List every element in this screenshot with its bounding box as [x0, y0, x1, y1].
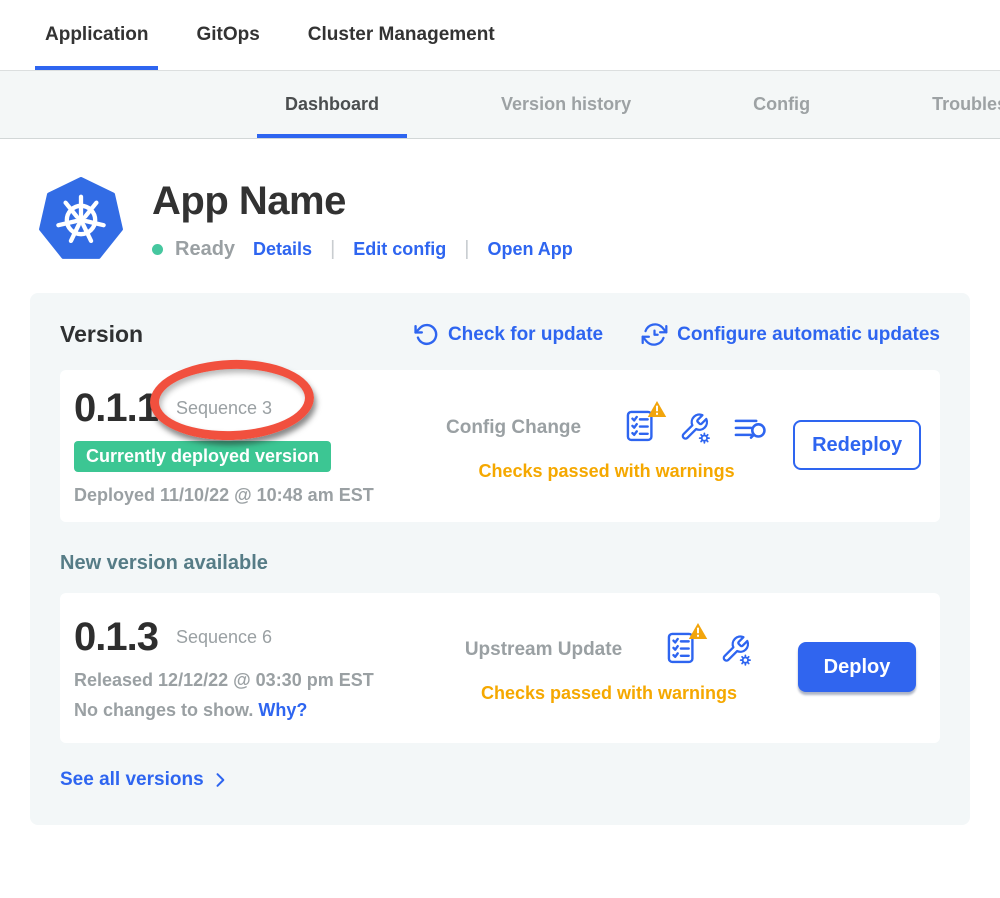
changes-line: No changes to show. Why? — [74, 700, 446, 721]
configure-automatic-updates-link[interactable]: Configure automatic updates — [641, 321, 940, 348]
available-icon-group — [666, 630, 753, 670]
current-version-info: 0.1.1 Sequence 3 Currently deployed vers… — [74, 384, 446, 506]
available-source-label: Upstream Update — [465, 639, 622, 661]
top-nav-item-cluster-management[interactable]: Cluster Management — [308, 0, 495, 70]
new-version-heading: New version available — [60, 552, 940, 575]
why-link[interactable]: Why? — [258, 700, 307, 720]
current-version-number: 0.1.1 — [74, 386, 158, 431]
no-changes-text: No changes to show. — [74, 700, 253, 720]
auto-update-icon — [641, 321, 668, 348]
see-all-versions-label: See all versions — [60, 769, 204, 791]
currently-deployed-badge: Currently deployed version — [74, 441, 331, 472]
check-for-update-link[interactable]: Check for update — [414, 322, 603, 347]
configure-automatic-updates-label: Configure automatic updates — [677, 324, 940, 346]
current-version-sequence: Sequence 3 — [172, 398, 272, 419]
warning-triangle-icon — [647, 400, 667, 418]
available-checks-warning: Checks passed with warnings — [481, 683, 737, 704]
open-app-link[interactable]: Open App — [487, 239, 572, 260]
version-panel-title: Version — [60, 321, 143, 348]
ready-status-dot-icon — [152, 244, 163, 255]
sub-nav: Dashboard Version history Config Trouble… — [0, 70, 1000, 139]
link-separator: | — [324, 238, 341, 261]
app-header-text: App Name Ready Details | Edit config | O… — [152, 177, 573, 261]
current-icon-group — [625, 408, 767, 448]
chevron-right-icon — [210, 770, 230, 790]
top-nav-item-gitops[interactable]: GitOps — [196, 0, 259, 70]
tab-troubleshoot[interactable]: Troubleshoot — [932, 71, 1000, 138]
current-checks-warning: Checks passed with warnings — [479, 461, 735, 482]
app-status-row: Ready Details | Edit config | Open App — [152, 238, 573, 261]
app-status-text: Ready — [175, 238, 235, 261]
app-title: App Name — [152, 179, 573, 224]
current-checks-block: Config Change — [446, 408, 767, 482]
available-version-actions: Upstream Update — [446, 630, 916, 704]
tab-dashboard[interactable]: Dashboard — [285, 71, 379, 138]
version-panel: Version Check for update Configure autom… — [30, 293, 970, 825]
top-nav-item-application[interactable]: Application — [45, 0, 148, 70]
version-panel-header: Version Check for update Configure autom… — [60, 321, 940, 348]
view-files-icon[interactable] — [734, 414, 767, 443]
refresh-icon — [414, 322, 439, 347]
preflight-checks-icon[interactable] — [666, 630, 698, 670]
available-version-sequence: Sequence 6 — [172, 627, 272, 648]
current-version-actions: Config Change — [446, 408, 921, 482]
version-panel-actions: Check for update Configure automatic upd… — [414, 321, 940, 348]
current-checks-row: Config Change — [446, 408, 767, 448]
kubernetes-logo-icon — [38, 177, 124, 263]
available-version-card: 0.1.3 Sequence 6 Released 12/12/22 @ 03:… — [60, 593, 940, 743]
check-for-update-label: Check for update — [448, 324, 603, 346]
see-all-versions-link[interactable]: See all versions — [60, 769, 940, 791]
current-version-row: 0.1.1 Sequence 3 — [74, 386, 446, 431]
edit-config-link[interactable]: Edit config — [353, 239, 446, 260]
available-checks-block: Upstream Update — [446, 630, 772, 704]
deployed-timestamp: Deployed 11/10/22 @ 10:48 am EST — [74, 485, 446, 506]
redeploy-button[interactable]: Redeploy — [793, 420, 921, 470]
tab-version-history[interactable]: Version history — [501, 71, 631, 138]
current-version-card: 0.1.1 Sequence 3 Currently deployed vers… — [60, 370, 940, 522]
available-version-info: 0.1.3 Sequence 6 Released 12/12/22 @ 03:… — [74, 613, 446, 721]
edit-config-icon[interactable] — [679, 412, 712, 445]
current-source-label: Config Change — [446, 417, 581, 439]
available-version-number: 0.1.3 — [74, 615, 158, 660]
available-version-row: 0.1.3 Sequence 6 — [74, 615, 446, 660]
preflight-checks-icon[interactable] — [625, 408, 657, 448]
details-link[interactable]: Details — [253, 239, 312, 260]
warning-triangle-icon — [688, 622, 708, 640]
deploy-button[interactable]: Deploy — [798, 642, 916, 692]
app-header: App Name Ready Details | Edit config | O… — [38, 177, 960, 263]
released-timestamp: Released 12/12/22 @ 03:30 pm EST — [74, 670, 446, 691]
available-checks-row: Upstream Update — [465, 630, 753, 670]
tab-config[interactable]: Config — [753, 71, 810, 138]
link-separator: | — [458, 238, 475, 261]
top-nav: Application GitOps Cluster Management — [0, 0, 1000, 70]
edit-config-icon[interactable] — [720, 634, 753, 667]
